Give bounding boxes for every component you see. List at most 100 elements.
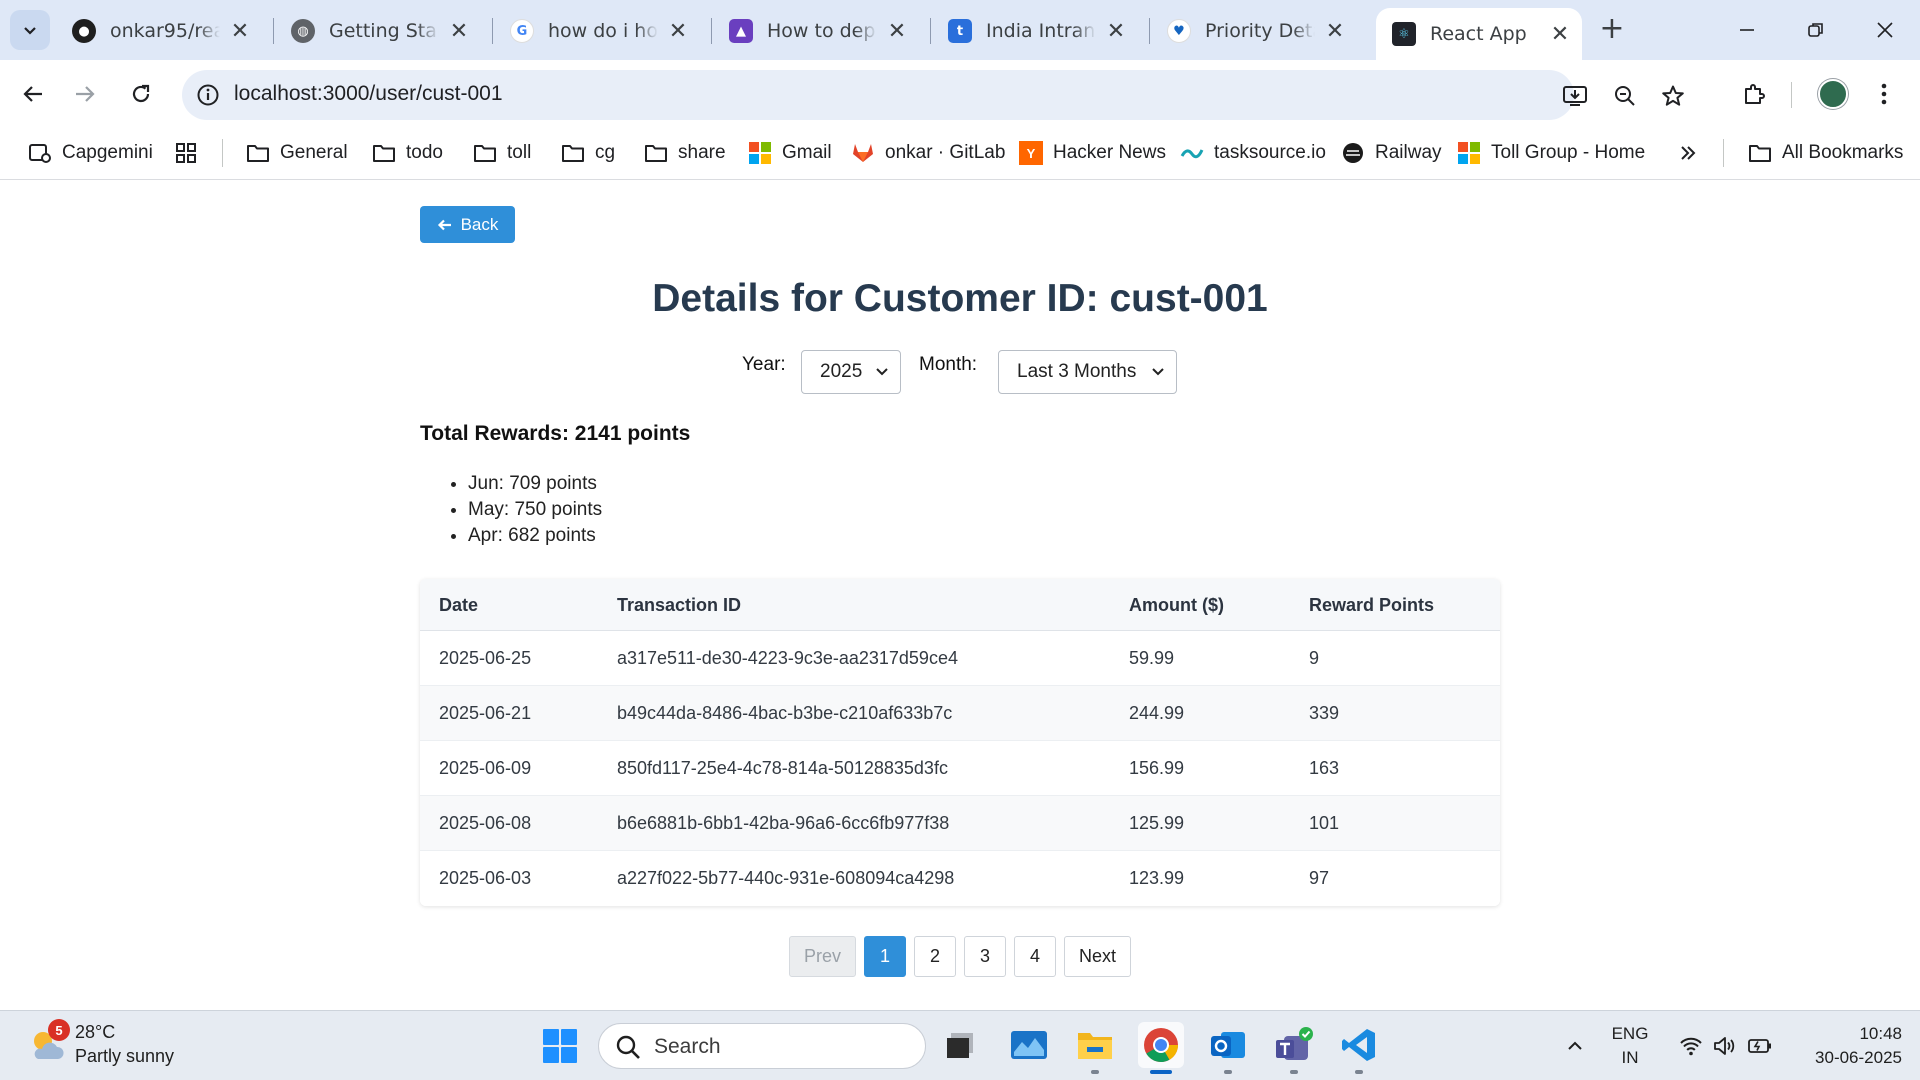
restore-button[interactable] <box>1791 10 1841 50</box>
tab-india-intranet[interactable]: t India Intranet ✕ <box>932 8 1138 54</box>
table-row: 2025-06-21 b49c44da-8486-4bac-b3be-c210a… <box>420 686 1500 741</box>
railway-icon <box>1341 141 1365 165</box>
reload-button[interactable] <box>121 74 161 114</box>
new-tab-button[interactable]: + <box>1594 12 1630 48</box>
bookmark-capgemini[interactable]: Capgemini <box>28 136 153 170</box>
arrow-left-icon <box>437 219 451 230</box>
cell-date: 2025-06-25 <box>439 648 532 668</box>
table-row: 2025-06-09 850fd117-25e4-4c78-814a-50128… <box>420 741 1500 796</box>
close-icon[interactable]: ✕ <box>230 19 250 44</box>
tab-google-search[interactable]: G how do i host ✕ <box>494 8 700 54</box>
close-icon[interactable]: ✕ <box>1550 22 1570 47</box>
next-page-button[interactable]: Next <box>1064 936 1131 977</box>
bookmark-star-button[interactable] <box>1658 81 1688 111</box>
close-icon[interactable]: ✕ <box>1325 19 1345 44</box>
tab-priority-details[interactable]: ♥ Priority Details ✕ <box>1151 8 1357 54</box>
table-header: Date Transaction ID Amount ($) Reward Po… <box>420 579 1500 631</box>
bookmark-todo[interactable]: todo <box>372 136 443 170</box>
forward-nav-button[interactable] <box>65 74 105 114</box>
url-text[interactable]: localhost:3000/user/cust-001 <box>234 82 503 106</box>
page-button-4[interactable]: 4 <box>1014 936 1056 977</box>
minimize-button[interactable] <box>1722 10 1772 50</box>
bookmark-toll-group[interactable]: Toll Group - Home <box>1457 136 1645 170</box>
folder-icon <box>1078 1033 1112 1059</box>
taskbar-app-teams[interactable] <box>1271 1022 1317 1074</box>
bookmark-share[interactable]: share <box>644 136 726 170</box>
restore-icon <box>1808 23 1823 37</box>
microsoft-icon <box>1457 141 1481 165</box>
back-button[interactable]: Back <box>420 206 515 243</box>
extensions-button[interactable] <box>1734 74 1774 114</box>
show-hidden-icons-button[interactable] <box>1557 1011 1593 1080</box>
page-content: Back Details for Customer ID: cust-001 Y… <box>0 181 1920 1010</box>
input-language[interactable]: ENG IN <box>1598 1022 1662 1070</box>
bookmark-gitlab[interactable]: onkar · GitLab <box>851 136 1005 170</box>
monthly-rewards-list: Jun: 709 points May: 750 points Apr: 682… <box>468 471 602 549</box>
back-nav-button[interactable] <box>13 74 53 114</box>
page-button-3[interactable]: 3 <box>964 936 1006 977</box>
folder-icon <box>561 141 585 165</box>
prev-page-button[interactable]: Prev <box>789 936 856 977</box>
taskbar: 5 28°C Partly sunny Search ENG IN 10:48 … <box>0 1010 1920 1080</box>
tab-how-to-deploy[interactable]: ▲ How to deploy ✕ <box>713 8 919 54</box>
menu-button[interactable] <box>1864 74 1904 114</box>
cell-amount: 59.99 <box>1129 648 1175 668</box>
cell-reward-points: 339 <box>1309 703 1340 723</box>
battery-icon[interactable] <box>1743 1011 1777 1080</box>
system-clock[interactable]: 10:48 30-06-2025 <box>1782 1022 1902 1070</box>
taskbar-app-vscode[interactable] <box>1336 1022 1382 1074</box>
address-bar[interactable]: localhost:3000/user/cust-001 <box>182 70 1684 120</box>
folder-icon <box>372 141 396 165</box>
close-icon[interactable]: ✕ <box>449 19 469 44</box>
bookmark-hacker-news[interactable]: Y Hacker News <box>1019 136 1166 170</box>
year-select[interactable]: 2025 <box>801 350 901 394</box>
close-icon[interactable]: ✕ <box>887 19 907 44</box>
chevron-down-icon <box>876 368 888 376</box>
tab-search-button[interactable] <box>10 10 50 50</box>
column-header-transaction-id: Transaction ID <box>617 595 742 615</box>
close-icon[interactable]: ✕ <box>668 19 688 44</box>
bookmark-tasksource[interactable]: tasksource.io <box>1180 136 1326 170</box>
folder-icon <box>473 141 497 165</box>
more-bookmarks-button[interactable] <box>1676 136 1710 170</box>
taskbar-app-task-view[interactable] <box>938 1022 984 1068</box>
bookmark-railway[interactable]: Railway <box>1341 136 1442 170</box>
weather-description: Partly sunny <box>75 1046 175 1066</box>
table-row: 2025-06-25 a317e511-de30-4223-9c3e-aa231… <box>420 631 1500 686</box>
page-button-1[interactable]: 1 <box>864 936 906 977</box>
avatar[interactable] <box>1818 79 1848 109</box>
tab-react-app[interactable]: ⚛ React App ✕ <box>1376 8 1582 60</box>
bookmark-toll[interactable]: toll <box>473 136 531 170</box>
chevron-down-icon <box>1152 368 1164 376</box>
list-item: Apr: 682 points <box>468 523 602 549</box>
table-row: 2025-06-08 b6e6881b-6bb1-42ba-96a6-6cc6f… <box>420 796 1500 851</box>
folder-icon <box>246 141 270 165</box>
minimize-icon <box>1740 29 1754 31</box>
close-window-button[interactable] <box>1860 10 1910 50</box>
taskbar-app-file-explorer[interactable] <box>1072 1022 1118 1074</box>
taskbar-app-chrome[interactable] <box>1138 1022 1184 1074</box>
site-info-icon[interactable] <box>196 83 220 107</box>
install-app-button[interactable] <box>1560 81 1590 111</box>
zoom-button[interactable] <box>1610 81 1640 111</box>
all-bookmarks-button[interactable]: All Bookmarks <box>1748 136 1903 170</box>
column-header-amount: Amount ($) <box>1129 595 1224 615</box>
tab-github[interactable]: ● onkar95/react ✕ <box>56 8 262 54</box>
bookmark-cg[interactable]: cg <box>561 136 615 170</box>
taskbar-app-widgets[interactable] <box>1006 1022 1052 1068</box>
close-icon[interactable]: ✕ <box>1106 19 1126 44</box>
volume-icon[interactable] <box>1708 1011 1742 1080</box>
tab-getting-started[interactable]: ◍ Getting Starte ✕ <box>275 8 481 54</box>
wifi-icon[interactable] <box>1674 1011 1708 1080</box>
year-select-value: 2025 <box>820 361 863 382</box>
taskbar-app-outlook[interactable] <box>1205 1022 1251 1074</box>
cell-amount: 156.99 <box>1129 758 1185 778</box>
tasksource-icon <box>1180 141 1204 165</box>
windows-start-icon[interactable] <box>542 1028 578 1064</box>
bookmark-general[interactable]: General <box>246 136 348 170</box>
apps-button[interactable] <box>174 136 208 170</box>
bookmark-gmail[interactable]: Gmail <box>748 136 832 170</box>
taskbar-search[interactable]: Search <box>598 1023 926 1069</box>
page-button-2[interactable]: 2 <box>914 936 956 977</box>
month-select[interactable]: Last 3 Months <box>998 350 1177 394</box>
